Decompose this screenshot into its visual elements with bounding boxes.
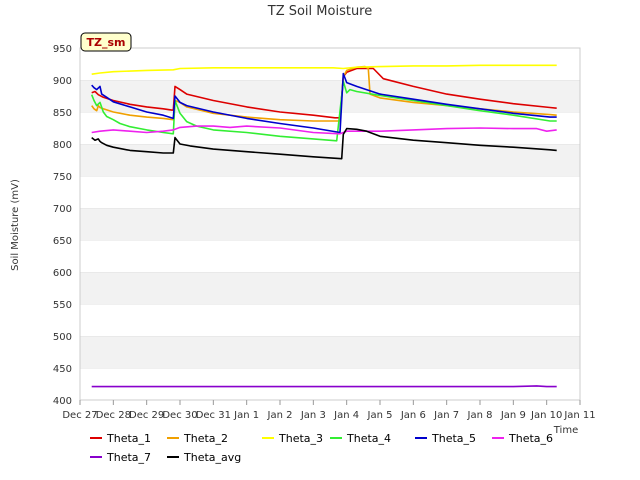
legend-label: Theta_6 [508,432,553,445]
grid-band [80,208,580,240]
y-tick-label: 950 [53,44,72,55]
x-tick-label: Jan 5 [367,410,393,421]
legend-label: Theta_5 [431,432,476,445]
series-line-theta-7 [91,385,557,388]
legend-label: Theta_avg [183,451,241,464]
legend-label: Theta_4 [346,432,391,445]
grid-bands [80,47,580,400]
x-tick-label: Jan 11 [563,410,595,421]
x-tick-label: Dec 31 [196,410,231,421]
badge: TZ_sm [80,32,132,52]
y-axis-title: Soil Moisture (mV) [10,179,21,271]
x-tick-label: Jan 7 [433,410,459,421]
grid-band [80,240,580,272]
chart-canvas: TZ Soil Moisture 400 450 500 550 600 650 700 75… [10,4,596,464]
y-tick-label: 500 [53,332,72,343]
grid-band [80,144,580,176]
y-tick-label: 550 [53,300,72,311]
y-tick-label: 400 [53,396,72,407]
x-tick-label: Dec 30 [162,410,197,421]
x-tick-label: Jan 4 [333,410,359,421]
x-tick-label: Jan 2 [267,410,293,421]
grid-band [80,336,580,368]
y-tick-label: 900 [53,76,72,87]
y-tick-label: 750 [53,172,72,183]
x-tick-label: Dec 29 [129,410,164,421]
x-tick-label: Jan 10 [530,410,562,421]
grid-band [80,48,580,80]
y-axis-ticks: 400 450 500 550 600 650 700 750 800 850 900 950 [53,44,72,407]
x-axis-ticks: Dec 27Dec 28Dec 29Dec 30Dec 31 Jan 1 Jan 2… [62,400,596,421]
legend-label: Theta_7 [106,451,151,464]
legend-label: Theta_3 [278,432,323,445]
x-tick-label: Dec 27 [62,410,97,421]
y-tick-label: 850 [53,108,72,119]
grid-band [80,304,580,336]
y-tick-label: 800 [53,140,72,151]
chart-title: TZ Soil Moisture [267,4,373,19]
x-tick-label: Jan 8 [467,410,493,421]
y-tick-label: 700 [53,204,72,215]
x-tick-label: Jan 1 [233,410,259,421]
x-axis-title: Time [553,425,578,436]
y-tick-label: 600 [53,268,72,279]
y-tick-label: 450 [53,364,72,375]
y-tick-label: 650 [53,236,72,247]
grid-band [80,272,580,304]
legend: Theta_1 Theta_2 Theta_3 Theta_4 Theta_5 Theta… [90,432,553,464]
badge-label: TZ_sm [87,36,126,49]
grid-band [80,368,580,400]
legend-label: Theta_1 [106,432,151,445]
x-tick-label: Jan 6 [400,410,426,421]
legend-label: Theta_2 [183,432,228,445]
x-tick-label: Jan 3 [300,410,326,421]
x-tick-label: Dec 28 [96,410,131,421]
grid-band [80,176,580,208]
x-tick-label: Jan 9 [500,410,526,421]
